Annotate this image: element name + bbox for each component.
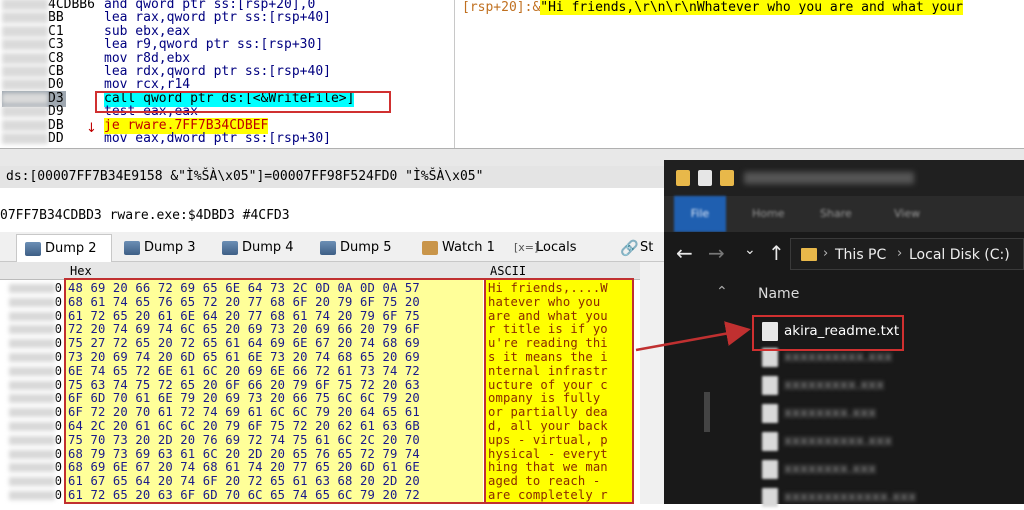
ribbon-tab-home[interactable]: Home <box>752 206 784 222</box>
chevron-right-icon: › <box>823 246 829 261</box>
file-name: xxxxxxxx.xxx <box>784 405 877 421</box>
jump-arrow-icon: ↓ <box>86 121 97 136</box>
dump-row-address: 0 <box>2 322 62 336</box>
tab-label: Watch 1 <box>442 240 495 255</box>
dump-icon <box>25 242 41 256</box>
tab-locals[interactable]: [x=] Locals <box>508 234 604 262</box>
dump-row-address: 0 <box>2 474 62 488</box>
file-name: xxxxxxxx.xxx <box>784 461 877 477</box>
ribbon-tab-file[interactable]: File <box>674 196 726 232</box>
dump-row-address: 0 <box>2 336 62 350</box>
file-name: xxxxxxxxxx.xxx <box>784 433 893 449</box>
file-list: Name akira_readme.txt xxxxxxxxxx.xxx xxxxx… <box>744 276 1024 507</box>
file-icon <box>762 376 778 395</box>
file-row[interactable]: xxxxxxxxxxxxx.xxx <box>754 486 1014 510</box>
tab-label: St <box>640 240 654 255</box>
breadcrumb-this-pc[interactable]: This PC <box>835 246 886 264</box>
tab-dump-5[interactable]: Dump 5 <box>312 234 408 262</box>
dump-row-address: 0 <box>2 309 62 323</box>
properties-icon[interactable] <box>698 170 712 186</box>
dump-row-address: 0 <box>2 281 62 295</box>
address-bar[interactable]: › This PC › Local Disk (C:) <box>790 238 1024 270</box>
dump-row-address: 0 <box>2 488 62 502</box>
dump-tab-bar: Dump 2 Dump 3 Dump 4 Dump 5 Watch 1 [x=] Local… <box>0 232 664 262</box>
tab-st[interactable]: 🔗 St <box>612 234 672 262</box>
dump-row-address: 0 <box>2 433 62 447</box>
explorer-ribbon: File Home Share View <box>664 196 1024 232</box>
file-row[interactable]: xxxxxxxx.xxx <box>754 458 1014 482</box>
stack-icon: 🔗 <box>620 239 639 257</box>
tab-label: Dump 5 <box>340 240 392 255</box>
file-name: xxxxxxxxxxxxx.xxx <box>784 489 917 505</box>
name-column-header[interactable]: Name <box>758 286 799 302</box>
instruction-address[interactable]: DD <box>2 131 66 147</box>
comment-string: "Hi friends,\r\n\r\nWhatever who you are… <box>540 0 963 15</box>
column-divider <box>454 0 455 148</box>
up-arrow-icon[interactable]: ↑ <box>768 241 785 265</box>
tab-watch-1[interactable]: Watch 1 <box>414 234 504 262</box>
comment-cell: [rsp+20]:&"Hi friends,\r\n\r\nWhatever w… <box>462 0 963 16</box>
ribbon-tab-view[interactable]: View <box>894 206 920 222</box>
tab-label: Locals <box>536 240 577 255</box>
navigation-pane: ⌃ <box>664 276 744 504</box>
file-icon <box>762 488 778 507</box>
folder-icon <box>676 170 690 186</box>
dump-row-address: 0 <box>2 460 62 474</box>
dump-row-address: 0 <box>2 378 62 392</box>
locals-icon: [x=] <box>514 241 539 254</box>
dump-icon <box>222 241 238 255</box>
tab-label: Dump 3 <box>144 240 196 255</box>
comment-label: [rsp+20]:& <box>462 0 541 15</box>
dump-row-address: 0 <box>2 391 62 405</box>
new-folder-icon[interactable] <box>720 170 734 186</box>
ribbon-tab-share[interactable]: Share <box>820 206 852 222</box>
nav-scrollbar-thumb[interactable] <box>704 392 710 432</box>
folder-icon <box>801 248 817 261</box>
file-name: xxxxxxxxx.xxx <box>784 377 885 393</box>
chevron-up-icon[interactable]: ⌃ <box>716 284 728 300</box>
dump-row-address: 0 <box>2 295 62 309</box>
file-icon <box>762 404 778 423</box>
writefile-call-highlight-box <box>95 91 391 113</box>
explorer-navbar: ← → ⌄ ↑ › This PC › Local Disk (C:) <box>664 232 1024 276</box>
dump-row-address: 0 <box>2 405 62 419</box>
file-icon <box>762 460 778 479</box>
ascii-highlight-box <box>484 278 634 504</box>
back-arrow-icon[interactable]: ← <box>676 241 693 265</box>
tab-label: Dump 4 <box>242 240 294 255</box>
window-title-blurred <box>744 172 914 184</box>
watch-icon <box>422 241 438 255</box>
forward-arrow-icon[interactable]: → <box>708 241 725 265</box>
file-icon <box>762 432 778 451</box>
dump-row-address: 0 <box>2 419 62 433</box>
instruction-text[interactable]: mov eax,dword ptr ss:[rsp+30] <box>104 131 331 147</box>
recent-locations-icon[interactable]: ⌄ <box>744 238 756 262</box>
dump-icon <box>124 241 140 255</box>
tab-dump-2[interactable]: Dump 2 <box>16 234 112 262</box>
breadcrumb-local-disk[interactable]: Local Disk (C:) <box>909 246 1010 264</box>
dump-row-address: 0 <box>2 364 62 378</box>
address-column: 4CDBB6 BB C1 C3 C8 CB D0 D3 D9 DB DD <box>0 0 95 148</box>
dump-icon <box>320 241 336 255</box>
tab-dump-4[interactable]: Dump 4 <box>214 234 308 262</box>
explorer-titlebar <box>664 160 1024 196</box>
readme-highlight-box <box>752 315 904 351</box>
file-row[interactable]: xxxxxxxxx.xxx <box>754 374 1014 398</box>
disassembly-view[interactable]: 4CDBB6 BB C1 C3 C8 CB D0 D3 D9 DB DD and qword ptr… <box>0 0 1024 148</box>
tab-label: Dump 2 <box>45 241 97 256</box>
hex-highlight-box <box>64 278 486 504</box>
chevron-right-icon: › <box>897 246 903 261</box>
tab-dump-3[interactable]: Dump 3 <box>116 234 210 262</box>
dump-scrollbar[interactable] <box>640 262 664 504</box>
file-row[interactable]: xxxxxxxx.xxx <box>754 402 1014 426</box>
dump-row-address: 0 <box>2 350 62 364</box>
dump-row-address: 0 <box>2 447 62 461</box>
file-row[interactable]: xxxxxxxxxx.xxx <box>754 430 1014 454</box>
